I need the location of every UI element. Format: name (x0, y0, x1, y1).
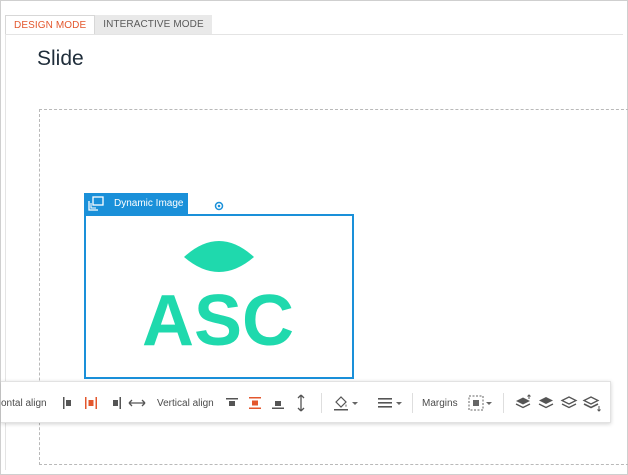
horizontal-align-label: ontal align (1, 397, 47, 409)
tab-interactive-mode[interactable]: INTERACTIVE MODE (95, 15, 212, 35)
fill-color-icon[interactable] (331, 393, 351, 413)
logo-text: ASC (142, 281, 294, 349)
align-top-icon[interactable] (222, 393, 242, 413)
toolbar-separator (321, 393, 322, 413)
margins-label: Margins (422, 397, 458, 409)
dynamic-image-icon (88, 196, 104, 211)
page-title: Slide (37, 47, 84, 70)
toolbar-separator (503, 393, 504, 413)
mode-tabs: DESIGN MODE INTERACTIVE MODE (5, 15, 212, 35)
align-middle-icon[interactable] (245, 393, 265, 413)
align-left-icon[interactable] (59, 393, 79, 413)
vertical-align-label: Vertical align (157, 397, 214, 409)
stretch-vertical-icon[interactable] (291, 393, 311, 413)
send-backward-icon[interactable] (559, 393, 579, 413)
align-bottom-icon[interactable] (268, 393, 288, 413)
bring-to-front-icon[interactable] (513, 393, 533, 413)
align-right-icon[interactable] (105, 393, 125, 413)
toolbar-separator (412, 393, 413, 413)
send-to-back-icon[interactable] (582, 393, 602, 413)
tab-design-mode[interactable]: DESIGN MODE (5, 15, 96, 35)
designer-window: DESIGN MODE INTERACTIVE MODE Slide Dynam… (0, 0, 628, 475)
anchor-handle-icon[interactable] (214, 201, 224, 211)
fill-color-dropdown-icon[interactable] (349, 393, 361, 413)
tab-divider (5, 34, 623, 35)
element-toolbar: ontal align Vertical align Margins (1, 381, 611, 423)
dynamic-image-label: Dynamic Image (114, 198, 184, 209)
stretch-horizontal-icon[interactable] (127, 393, 147, 413)
border-style-icon[interactable] (375, 393, 395, 413)
align-center-icon[interactable] (81, 393, 101, 413)
dynamic-image-header[interactable]: Dynamic Image (84, 193, 188, 214)
bring-forward-icon[interactable] (536, 393, 556, 413)
margins-dropdown-icon[interactable] (483, 393, 495, 413)
asc-logo-image: ASC (142, 241, 294, 349)
border-style-dropdown-icon[interactable] (393, 393, 405, 413)
